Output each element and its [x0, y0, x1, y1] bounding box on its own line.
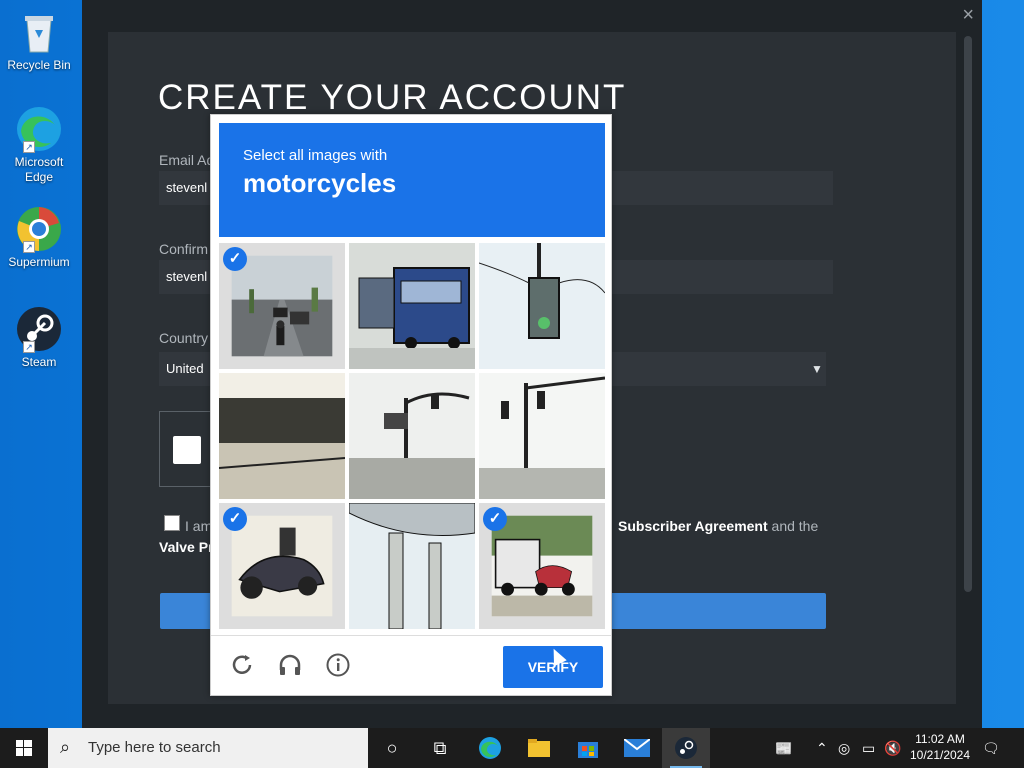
supermium-icon: ↗	[15, 205, 63, 253]
recaptcha-tile[interactable]	[479, 373, 605, 499]
edge-taskbar-icon[interactable]	[466, 728, 514, 768]
desktop-icon-label: Steam	[21, 355, 57, 369]
search-placeholder: Type here to search	[88, 739, 221, 756]
taskbar: ⌕ Type here to search ○ ⧉ 📰 ⌃ ◎ ▭ 🔇 11:0…	[0, 728, 1024, 768]
headphones-icon[interactable]	[277, 652, 303, 678]
tile-image-bus	[349, 243, 475, 369]
recycle-bin-icon	[15, 8, 63, 56]
recaptcha-footer: VERIFY	[211, 635, 611, 695]
page-title: CREATE YOUR ACCOUNT	[158, 78, 627, 117]
network-icon[interactable]: ▭	[862, 728, 875, 768]
recaptcha-challenge: Select all images with motorcycles ✓ ✓ ✓…	[210, 114, 612, 696]
chevron-up-icon[interactable]: ⌃	[816, 728, 828, 768]
check-icon: ✓	[483, 507, 507, 531]
recaptcha-header: Select all images with motorcycles	[219, 123, 605, 237]
agree-text-line2: Valve Pr	[159, 539, 214, 555]
tile-image-trees	[219, 373, 345, 499]
tile-image-road-motorcycle	[231, 255, 333, 357]
agree-text-prefix: I am	[185, 518, 213, 534]
store-icon[interactable]	[564, 728, 612, 768]
tile-image-intersection	[349, 373, 475, 499]
desktop-icon-steam[interactable]: ↗ Steam	[4, 305, 74, 370]
recaptcha-tile[interactable]: ✓	[219, 503, 345, 629]
edge-icon: ↗	[15, 105, 63, 153]
check-icon: ✓	[223, 247, 247, 271]
tile-image-overpass	[349, 503, 475, 629]
valve-privacy-link[interactable]: Valve Pr	[159, 539, 214, 555]
start-button[interactable]	[0, 728, 48, 768]
news-icon[interactable]: 📰	[775, 728, 792, 768]
shortcut-arrow-icon: ↗	[23, 241, 35, 253]
recaptcha-target: motorcycles	[243, 168, 397, 198]
recaptcha-instruction: Select all images with	[243, 147, 388, 164]
windows-logo-icon	[16, 740, 32, 756]
confirm-email-label: Confirm	[159, 241, 209, 257]
task-view-icon[interactable]: ⧉	[416, 728, 464, 768]
scrollbar[interactable]	[964, 36, 972, 592]
notifications-icon[interactable]: 🗨	[982, 728, 1000, 768]
tile-image-traffic-light	[479, 243, 605, 369]
tile-image-truck-motorcycle	[491, 515, 593, 617]
search-icon: ⌕	[60, 737, 71, 757]
mail-icon[interactable]	[613, 728, 661, 768]
recaptcha-tile[interactable]: ✓	[479, 503, 605, 629]
cortana-icon[interactable]: ○	[368, 728, 416, 768]
country-label: Country	[159, 330, 209, 346]
shortcut-arrow-icon: ↗	[23, 141, 35, 153]
steam-icon: ↗	[15, 305, 63, 353]
recaptcha-grid: ✓ ✓ ✓	[219, 243, 605, 629]
agree-checkbox[interactable]	[164, 515, 180, 531]
shortcut-arrow-icon: ↗	[23, 341, 35, 353]
recaptcha-tile[interactable]: ✓	[219, 243, 345, 369]
desktop-icon-edge[interactable]: ↗ Microsoft Edge	[4, 105, 74, 185]
recaptcha-tile[interactable]	[219, 373, 345, 499]
recaptcha-tile[interactable]	[349, 503, 475, 629]
subscriber-agreement-link[interactable]: Subscriber Agreement	[618, 518, 768, 534]
file-explorer-icon[interactable]	[515, 728, 563, 768]
captcha-checkbox[interactable]	[173, 436, 201, 464]
desktop-icon-label: Microsoft Edge	[14, 155, 64, 184]
check-icon: ✓	[223, 507, 247, 531]
taskbar-search-input[interactable]: ⌕ Type here to search	[48, 728, 368, 768]
recaptcha-tile[interactable]	[349, 243, 475, 369]
close-button[interactable]: ×	[962, 5, 974, 25]
desktop-icon-label: Supermium	[8, 255, 70, 269]
clock-time: 11:02 AM	[915, 732, 965, 746]
tile-image-motorcycle-closeup	[231, 515, 333, 617]
meet-icon[interactable]: ◎	[838, 728, 850, 768]
agree-text-suffix: Subscriber Agreement and the	[618, 518, 818, 534]
clock[interactable]: 11:02 AM 10/21/2024	[900, 731, 980, 763]
agree-and-text: and the	[767, 518, 819, 534]
email-label: Email Ad	[159, 152, 215, 168]
steam-taskbar-icon[interactable]	[662, 728, 710, 768]
recaptcha-tile[interactable]	[479, 243, 605, 369]
chevron-down-icon: ▼	[811, 362, 823, 376]
volume-muted-icon[interactable]: 🔇	[884, 728, 901, 768]
tile-image-traffic-signals	[479, 373, 605, 499]
recaptcha-tile[interactable]	[349, 373, 475, 499]
desktop-icon-supermium[interactable]: ↗ Supermium	[4, 205, 74, 270]
clock-date: 10/21/2024	[909, 748, 971, 762]
info-icon[interactable]	[325, 652, 351, 678]
reload-icon[interactable]	[229, 652, 255, 678]
desktop-icon-label: Recycle Bin	[7, 58, 71, 72]
desktop-icon-recycle-bin[interactable]: Recycle Bin	[4, 8, 74, 73]
